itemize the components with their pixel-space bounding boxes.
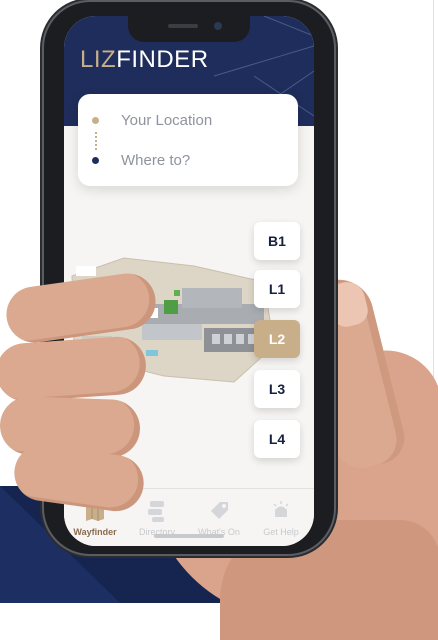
- tag-icon: [211, 502, 228, 519]
- floor-button-l1[interactable]: L1: [254, 270, 300, 308]
- logo-finder: FINDER: [116, 46, 209, 73]
- origin-dot-icon: [92, 116, 99, 124]
- floor-button-l4[interactable]: L4: [254, 420, 300, 458]
- floor-button-l3[interactable]: L3: [254, 370, 300, 408]
- logo-liz: LIZ: [80, 46, 117, 73]
- destination-dot-icon: [92, 156, 99, 164]
- home-indicator: [154, 534, 224, 538]
- phone-speaker: [168, 24, 198, 28]
- origin-placeholder: Your Location: [121, 111, 213, 129]
- tab-get-help[interactable]: Get Help: [250, 489, 312, 546]
- phone-camera: [214, 22, 222, 30]
- origin-field[interactable]: Your Location: [92, 110, 212, 130]
- app-logo: LIZFINDER: [80, 46, 209, 74]
- tab-label: Wayfinder: [73, 527, 117, 537]
- destination-field[interactable]: Where to?: [92, 150, 190, 170]
- directory-icon: [148, 501, 164, 522]
- route-connector: [95, 132, 98, 150]
- phone-notch: [128, 16, 250, 42]
- floor-button-b1[interactable]: B1: [254, 222, 300, 260]
- hand-finger-middle: [0, 334, 148, 404]
- destination-placeholder: Where to?: [121, 151, 191, 169]
- floor-button-l2[interactable]: L2: [254, 320, 300, 358]
- route-search-card: Your Location Where to?: [78, 94, 298, 186]
- tab-label: Get Help: [263, 527, 299, 537]
- bell-icon: [273, 501, 289, 517]
